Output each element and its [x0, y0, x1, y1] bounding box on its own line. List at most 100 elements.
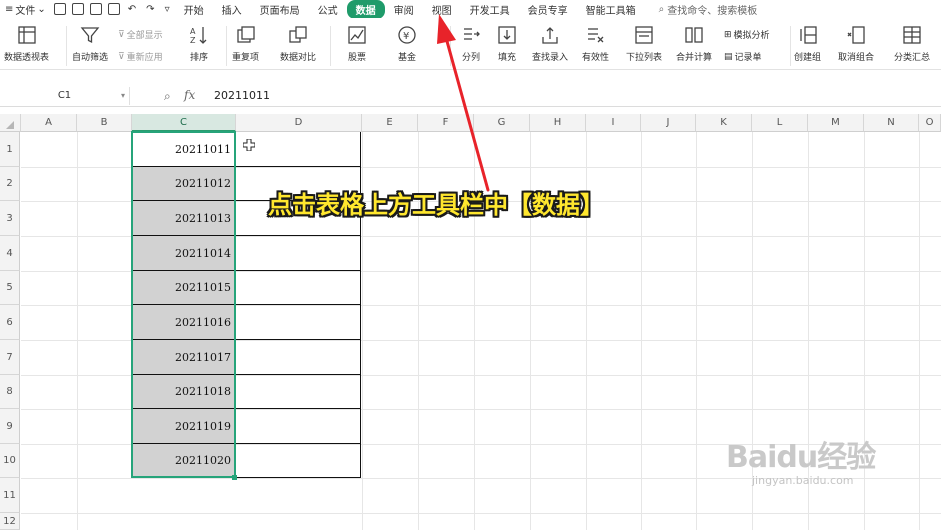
command-search[interactable]: ⌕ 查找命令、搜索模板 — [659, 2, 758, 17]
column-header-k[interactable]: K — [696, 114, 752, 132]
menu-bar: ≡ 文件 ⌄ ↶ ↷ ▿ 开始 插入 页面布局 公式 数据 审阅 视图 开发工具… — [0, 0, 941, 19]
column-header-o[interactable]: O — [919, 114, 941, 132]
show-all-button[interactable]: ⊽ 全部显示 — [118, 28, 163, 42]
cell-d4[interactable] — [236, 236, 361, 271]
fill-button[interactable]: 填充 — [496, 24, 518, 63]
cell-d8[interactable] — [236, 375, 361, 409]
quick-access-more-icon[interactable]: ▿ — [160, 4, 175, 15]
cell-c10[interactable]: 20211020 — [132, 444, 235, 478]
fill-label: 填充 — [497, 53, 516, 63]
consolidate-button[interactable]: 合并计算 — [676, 24, 712, 63]
reapply-button[interactable]: ⊽ 重新应用 — [118, 50, 163, 64]
column-header-e[interactable]: E — [362, 114, 418, 132]
column-header-b[interactable]: B — [77, 114, 132, 132]
pivot-table-button[interactable]: 数据透视表 — [4, 24, 49, 63]
column-header-g[interactable]: G — [474, 114, 530, 132]
column-header-l[interactable]: L — [752, 114, 808, 132]
cell-c8[interactable]: 20211018 — [132, 375, 235, 409]
ribbon-divider — [330, 26, 331, 66]
cell-c9[interactable]: 20211019 — [132, 409, 235, 444]
undo-icon[interactable]: ↶ — [123, 4, 141, 15]
print-preview-icon[interactable] — [107, 3, 120, 15]
reapply-icon: ⊽ — [118, 51, 125, 62]
dropdown-list-button[interactable]: 下拉列表 — [626, 24, 662, 63]
print-icon[interactable] — [89, 3, 102, 15]
fill-handle[interactable] — [232, 475, 237, 480]
fund-label: 基金 — [397, 53, 416, 63]
select-all-corner[interactable] — [0, 114, 21, 132]
cell-c3[interactable]: 20211013 — [132, 201, 235, 236]
sort-button[interactable]: AZ 排序 — [188, 24, 210, 63]
column-header-m[interactable]: M — [808, 114, 864, 132]
row-header-10[interactable]: 10 — [0, 444, 20, 478]
save-icon[interactable] — [53, 3, 66, 15]
subtotal-button[interactable]: 分类汇总 — [894, 24, 930, 63]
duplicates-button[interactable]: 重复项 — [232, 24, 259, 63]
cell-d10[interactable] — [236, 444, 361, 478]
column-header-i[interactable]: I — [586, 114, 641, 132]
tab-page-layout[interactable]: 页面布局 — [251, 0, 309, 19]
tab-member[interactable]: 会员专享 — [519, 0, 577, 19]
ungroup-button[interactable]: 取消组合 — [838, 24, 874, 63]
tab-data[interactable]: 数据 — [346, 0, 385, 19]
row-header-6[interactable]: 6 — [0, 305, 20, 340]
fill-down-icon — [496, 24, 518, 46]
auto-filter-button[interactable]: 自动筛选 — [72, 24, 108, 63]
stock-button[interactable]: 股票 — [346, 24, 368, 63]
row-header-2[interactable]: 2 — [0, 167, 20, 201]
consolidate-icon — [683, 24, 705, 46]
cell-c4[interactable]: 20211014 — [132, 236, 235, 271]
cell-c7[interactable]: 20211017 — [132, 340, 235, 375]
cell-c1[interactable]: 20211011 — [132, 132, 235, 167]
cell-d9[interactable] — [236, 409, 361, 444]
name-box[interactable]: C1 ▾ — [0, 87, 130, 105]
row-header-5[interactable]: 5 — [0, 271, 20, 305]
tab-review[interactable]: 审阅 — [385, 0, 423, 19]
column-header-a[interactable]: A — [21, 114, 77, 132]
column-header-h[interactable]: H — [530, 114, 586, 132]
row-header-8[interactable]: 8 — [0, 375, 20, 409]
cell-c2[interactable]: 20211012 — [132, 167, 235, 201]
row-header-7[interactable]: 7 — [0, 340, 20, 375]
column-header-j[interactable]: J — [641, 114, 696, 132]
row-header-1[interactable]: 1 — [0, 132, 20, 167]
cell-d6[interactable] — [236, 305, 361, 340]
record-form-button[interactable]: ▤ 记录单 — [724, 50, 762, 64]
row-header-3[interactable]: 3 — [0, 201, 20, 236]
cell-d5[interactable] — [236, 271, 361, 305]
row-header-9[interactable]: 9 — [0, 409, 20, 444]
row-header-12[interactable]: 12 — [0, 513, 20, 530]
validation-button[interactable]: 有效性 — [582, 24, 609, 63]
tab-developer[interactable]: 开发工具 — [461, 0, 519, 19]
formula-input[interactable]: 20211011 — [214, 89, 270, 102]
tab-formula[interactable]: 公式 — [309, 0, 347, 19]
cell-d7[interactable] — [236, 340, 361, 375]
tab-home[interactable]: 开始 — [175, 0, 213, 19]
column-header-d[interactable]: D — [236, 114, 362, 132]
cell-c6[interactable]: 20211016 — [132, 305, 235, 340]
row-header-4[interactable]: 4 — [0, 236, 20, 271]
tab-view[interactable]: 视图 — [423, 0, 461, 19]
column-header-f[interactable]: F — [418, 114, 474, 132]
cell-c5[interactable]: 20211015 — [132, 271, 235, 305]
split-column-button[interactable]: 分列 — [460, 24, 482, 63]
zoom-icon[interactable]: ⌕ — [164, 89, 171, 104]
create-group-button[interactable]: 创建组 — [794, 24, 821, 63]
row-header-11[interactable]: 11 — [0, 478, 20, 513]
export-pdf-icon[interactable] — [71, 3, 84, 15]
ribbon-toolbar: 数据透视表 自动筛选 ⊽全部显示 ⊽重新应用 AZ 排序 重复项 数据对比 — [0, 18, 941, 70]
tab-smart-toolbox[interactable]: 智能工具箱 — [577, 0, 645, 19]
auto-filter-label: 自动筛选 — [72, 53, 109, 63]
function-icon[interactable]: fx — [184, 88, 195, 102]
column-header-c[interactable]: C — [132, 114, 236, 132]
lookup-entry-button[interactable]: 查找录入 — [532, 24, 568, 63]
split-column-icon — [460, 24, 482, 46]
simulation-analysis-button[interactable]: ⊞ 模拟分析 — [724, 28, 770, 42]
tab-insert[interactable]: 插入 — [213, 0, 251, 19]
fund-button[interactable]: ¥ 基金 — [396, 24, 418, 63]
file-menu[interactable]: ≡ 文件 ⌄ — [0, 2, 51, 17]
redo-icon[interactable]: ↷ — [141, 4, 159, 15]
column-header-n[interactable]: N — [864, 114, 919, 132]
compare-button[interactable]: 数据对比 — [280, 24, 316, 63]
grid-line — [919, 132, 920, 530]
